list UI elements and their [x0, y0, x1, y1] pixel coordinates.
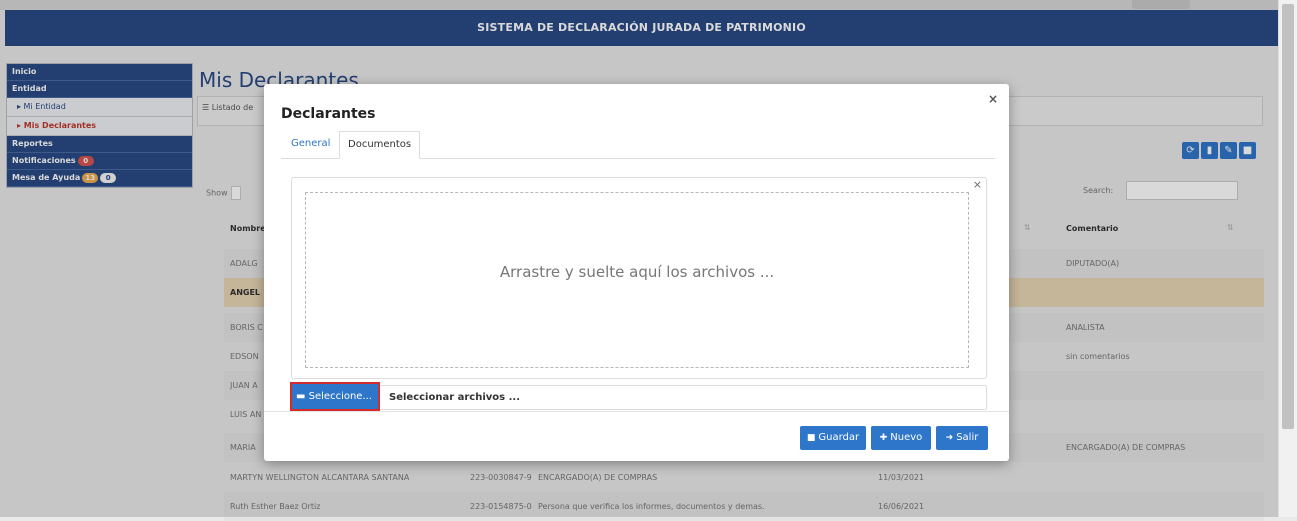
dropzone[interactable]: Arrastre y suelte aquí los archivos ...	[305, 192, 969, 368]
vertical-scrollbar[interactable]	[1278, 0, 1297, 517]
file-upload-preview: × Arrastre y suelte aquí los archivos ..…	[291, 177, 987, 379]
scrollbar-thumb[interactable]	[1282, 4, 1294, 429]
select-files-button[interactable]: ▬ Seleccione...	[290, 382, 380, 411]
plus-icon: ✚	[879, 433, 888, 443]
exit-button[interactable]: ➜ Salir	[936, 426, 988, 450]
dropzone-text: Arrastre y suelte aquí los archivos ...	[499, 263, 775, 281]
modal-title: Declarantes	[281, 106, 376, 122]
save-icon: ■	[806, 433, 816, 443]
tab-general[interactable]: General	[283, 131, 338, 157]
file-caption[interactable]: Seleccionar archivos ...	[389, 386, 520, 409]
close-icon: ×	[972, 178, 982, 191]
file-input-group: ▬ Seleccione... Seleccionar archivos ...	[290, 382, 987, 411]
close-icon: ×	[987, 92, 998, 106]
sign-out-icon: ➜	[945, 433, 954, 443]
modal-tabs: General Documentos	[281, 131, 995, 159]
modal-close-button[interactable]: ×	[988, 92, 998, 106]
select-files-label: Seleccione...	[308, 391, 372, 402]
clear-upload-button[interactable]: ×	[973, 178, 982, 191]
new-button[interactable]: ✚ Nuevo	[871, 426, 931, 450]
declarantes-modal: Declarantes × General Documentos × Arras…	[264, 84, 1009, 461]
modal-footer-divider	[264, 411, 1009, 412]
save-button[interactable]: ■ Guardar	[800, 426, 866, 450]
folder-open-icon: ▬	[296, 391, 306, 402]
tab-documentos[interactable]: Documentos	[339, 131, 421, 159]
